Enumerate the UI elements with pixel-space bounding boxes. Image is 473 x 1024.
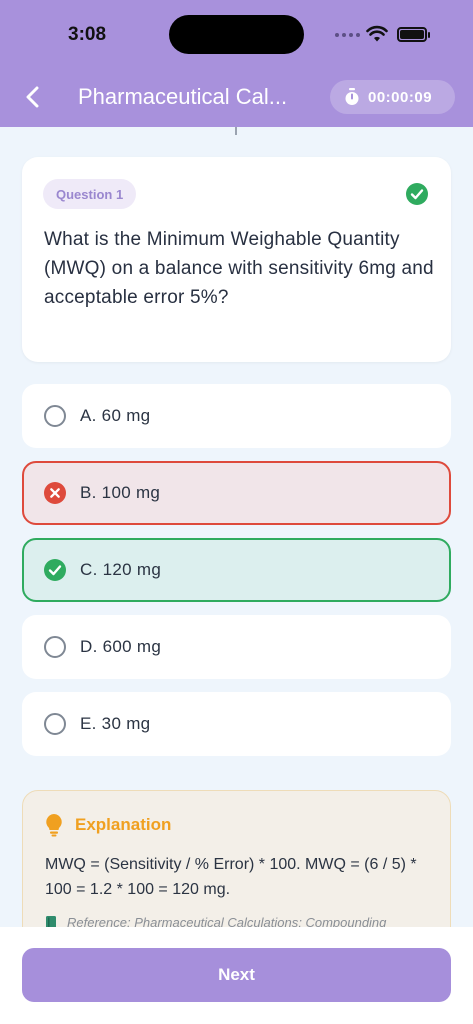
explanation-text: MWQ = (Sensitivity / % Error) * 100. MWQ… <box>45 856 417 898</box>
timer-badge: 00:00:09 <box>330 80 455 114</box>
question-text: What is the Minimum Weighable Quantity (… <box>44 229 434 308</box>
lightbulb-icon <box>46 814 62 837</box>
stopwatch-icon <box>345 88 359 105</box>
next-button[interactable]: Next <box>22 948 451 1002</box>
battery-icon <box>397 27 427 42</box>
option-label: D. 600 mg <box>80 637 162 656</box>
x-circle-icon <box>44 482 66 504</box>
footer-bar: Next <box>0 927 473 1024</box>
status-icons <box>335 24 435 46</box>
page-title: Pharmaceutical Cal... <box>78 84 288 109</box>
explanation-header: Explanation <box>45 813 171 837</box>
radio-empty-icon <box>44 405 66 427</box>
check-circle-icon <box>44 559 66 581</box>
back-button[interactable] <box>16 80 50 114</box>
signal-dots-icon <box>335 33 360 37</box>
option-label: B. 100 mg <box>80 483 161 502</box>
timer-text: 00:00:09 <box>368 88 433 106</box>
option-c[interactable]: C. 120 mg <box>22 538 451 602</box>
option-label: C. 120 mg <box>80 560 162 579</box>
chevron-left-icon <box>26 86 39 108</box>
app-header: 3:08 Pharmaceutical Cal... 00:00:09 <box>0 0 473 127</box>
option-a[interactable]: A. 60 mg <box>22 384 451 448</box>
option-e[interactable]: E. 30 mg <box>22 692 451 756</box>
question-number-badge: Question 1 <box>43 179 137 209</box>
status-time: 3:08 <box>68 24 107 45</box>
option-label: E. 30 mg <box>80 714 151 733</box>
scroll-indicator <box>235 127 237 135</box>
option-b[interactable]: B. 100 mg <box>22 461 451 525</box>
radio-empty-icon <box>44 713 66 735</box>
dynamic-island <box>169 15 304 54</box>
option-d[interactable]: D. 600 mg <box>22 615 451 679</box>
explanation-title: Explanation <box>75 815 172 834</box>
option-label: A. 60 mg <box>80 406 151 425</box>
wifi-icon <box>366 25 388 42</box>
check-circle-icon <box>406 183 428 205</box>
radio-empty-icon <box>44 636 66 658</box>
question-card: Question 1 What is the Minimum Weighable… <box>22 157 451 362</box>
